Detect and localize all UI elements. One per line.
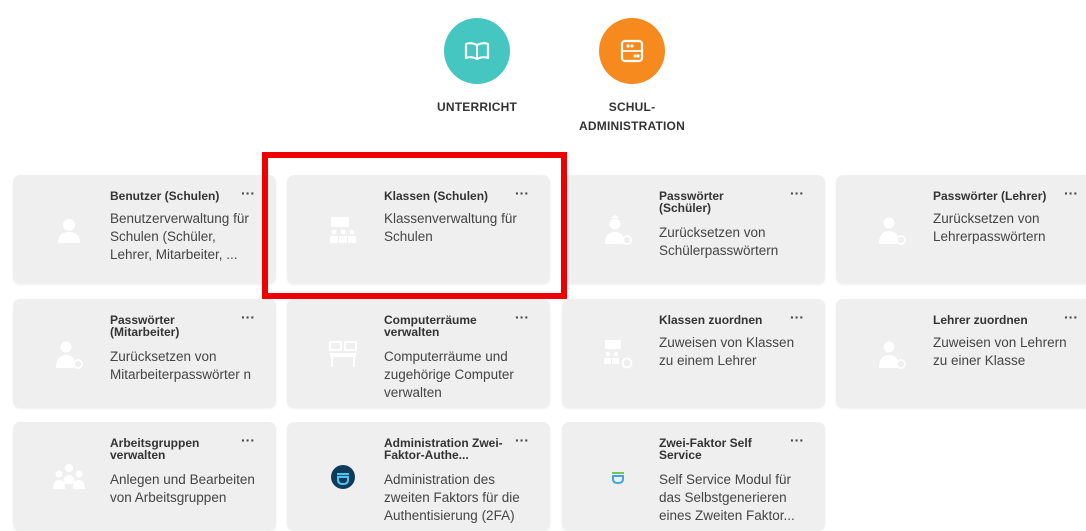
more-options-icon[interactable]: ···	[1064, 310, 1078, 324]
more-options-icon[interactable]: ···	[1064, 186, 1078, 200]
tile-description: Zuweisen von Lehrern zu einer Klasse	[933, 335, 1067, 368]
tile-arbeitsgruppen[interactable]: Arbeitsgruppen verwalten ··· Anlegen und…	[13, 422, 276, 531]
privacyidea-logo-icon	[326, 460, 360, 494]
tile-passwoerter-mitarbeiter[interactable]: Passwörter (Mitarbeiter) ··· Zurücksetze…	[13, 299, 276, 408]
more-options-icon[interactable]: ···	[241, 310, 255, 324]
tile-description: Self Service Modul für das Selbstgenerie…	[659, 472, 795, 523]
tile-title: Benutzer (Schulen)	[110, 189, 220, 203]
tile-passwoerter-lehrer[interactable]: Passwörter (Lehrer) ··· Zurücksetzen von…	[836, 175, 1086, 284]
tile-computerraeume[interactable]: Computerräume verwalten ··· Computerräum…	[287, 299, 550, 408]
tile-title: Administration Zwei-Faktor-Authe...	[384, 436, 503, 462]
tile-description: Anlegen und Bearbeiten von Arbeitsgruppe…	[110, 472, 255, 505]
more-options-icon[interactable]: ···	[515, 310, 529, 324]
category-label: UNTERRICHT	[437, 100, 517, 114]
tile-description: Zuweisen von Klassen zu einem Lehrer	[659, 335, 795, 368]
tile-title: Zwei-Faktor Self Service	[659, 436, 752, 462]
tile-title: Arbeitsgruppen verwalten	[110, 436, 200, 462]
workgroup-icon	[52, 460, 86, 494]
more-options-icon[interactable]: ···	[241, 433, 255, 447]
assign-class-icon	[601, 337, 635, 371]
tile-description: Administration des zweiten Faktors für d…	[384, 472, 520, 523]
tile-title: Klassen zuordnen	[659, 313, 763, 327]
tile-title: Passwörter (Lehrer)	[933, 189, 1047, 203]
more-options-icon[interactable]: ···	[515, 433, 529, 447]
tile-title: Passwörter (Schüler)	[659, 189, 724, 215]
tile-administration-2fa[interactable]: Administration Zwei-Faktor-Authe... ··· …	[287, 422, 550, 531]
tile-benutzer-schulen[interactable]: Benutzer (Schulen) ··· Benutzerverwaltun…	[13, 175, 276, 284]
tile-description: Computerräume und zugehörige Computer ve…	[384, 349, 514, 400]
more-options-icon[interactable]: ···	[790, 433, 804, 447]
tile-title: Computerräume verwalten	[384, 313, 477, 339]
tile-description: Zurücksetzen von Mitarbeiterpasswörter n	[110, 349, 252, 382]
student-key-icon	[601, 213, 635, 247]
staff-key-icon	[52, 337, 86, 371]
abacus-icon	[599, 18, 665, 84]
tile-title: Lehrer zuordnen	[933, 313, 1028, 327]
highlight-box	[262, 152, 567, 299]
tile-lehrer-zuordnen[interactable]: Lehrer zuordnen ··· Zuweisen von Lehrern…	[836, 299, 1086, 408]
teacher-key-icon	[875, 213, 909, 247]
assign-teacher-icon	[875, 337, 909, 371]
book-icon	[444, 18, 510, 84]
category-label: SCHUL- ADMINISTRATION	[579, 100, 685, 133]
more-options-icon[interactable]: ···	[241, 186, 255, 200]
category-schul-administration[interactable]: SCHUL- ADMINISTRATION	[570, 18, 694, 136]
tile-title: Passwörter (Mitarbeiter)	[110, 313, 180, 339]
tile-klassen-zuordnen[interactable]: Klassen zuordnen ··· Zuweisen von Klasse…	[562, 299, 825, 408]
tile-zwei-faktor-self-service[interactable]: Zwei-Faktor Self Service ··· Self Servic…	[562, 422, 825, 531]
category-unterricht[interactable]: UNTERRICHT	[437, 18, 517, 117]
privacyidea-small-icon	[601, 460, 635, 494]
tile-description: Benutzerverwaltung für Schulen (Schüler,…	[110, 211, 249, 262]
tile-passwoerter-schueler[interactable]: Passwörter (Schüler) ··· Zurücksetzen vo…	[562, 175, 825, 284]
more-options-icon[interactable]: ···	[790, 186, 804, 200]
computer-room-icon	[326, 337, 360, 371]
tile-description: Zurücksetzen von Schülerpasswörtern	[659, 225, 779, 258]
user-icon	[52, 213, 86, 247]
more-options-icon[interactable]: ···	[790, 310, 804, 324]
tile-description: Zurücksetzen von Lehrerpasswörtern	[933, 211, 1046, 244]
